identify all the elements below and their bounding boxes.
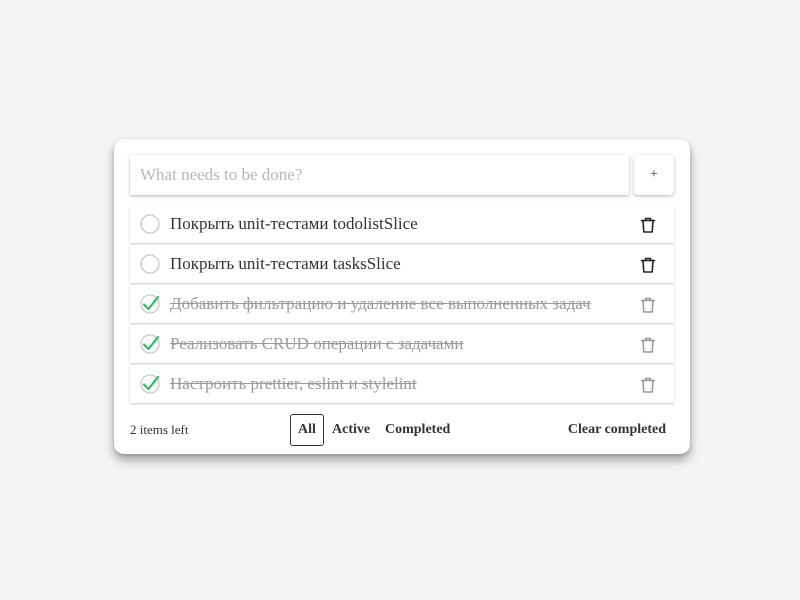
new-todo-input[interactable]: [130, 155, 629, 195]
trash-icon[interactable]: [638, 255, 658, 275]
todo-item: Покрыть unit-тестами todolistSlice: [130, 205, 674, 243]
todo-item-completed: Настроить prettier, eslint и stylelint: [130, 365, 674, 403]
checkmark-checkbox-icon[interactable]: [140, 374, 160, 394]
todo-text[interactable]: Настроить prettier, eslint и stylelint: [170, 365, 417, 403]
new-todo-row: +: [130, 155, 674, 195]
todo-app-card: + Покрыть unit-тестами todolistSlice Пок…: [114, 139, 690, 454]
trash-icon[interactable]: [638, 295, 658, 315]
filter-all-button[interactable]: All: [290, 414, 324, 446]
checkmark-checkbox-icon[interactable]: [140, 334, 160, 354]
circle-checkbox-icon[interactable]: [140, 214, 160, 234]
trash-icon[interactable]: [638, 335, 658, 355]
add-todo-button[interactable]: +: [634, 155, 674, 195]
trash-icon[interactable]: [638, 375, 658, 395]
todo-text[interactable]: Покрыть unit-тестами tasksSlice: [170, 245, 401, 283]
todo-text[interactable]: Реализовать CRUD операции с задачами: [170, 325, 463, 363]
checkmark-checkbox-icon[interactable]: [140, 294, 160, 314]
filter-active-button[interactable]: Active: [324, 414, 378, 446]
clear-completed-button[interactable]: Clear completed: [568, 414, 666, 446]
todo-list: Покрыть unit-тестами todolistSlice Покры…: [130, 205, 674, 405]
todo-item-completed: Добавить фильтрацию и удаление все выпол…: [130, 285, 674, 323]
todo-footer: 2 items left All Active Completed Clear …: [130, 414, 674, 446]
circle-checkbox-icon[interactable]: [140, 254, 160, 274]
todo-text[interactable]: Покрыть unit-тестами todolistSlice: [170, 205, 418, 243]
trash-icon[interactable]: [638, 215, 658, 235]
todo-text[interactable]: Добавить фильтрацию и удаление все выпол…: [170, 285, 591, 323]
todo-item: Покрыть unit-тестами tasksSlice: [130, 245, 674, 283]
todo-item-completed: Реализовать CRUD операции с задачами: [130, 325, 674, 363]
filter-completed-button[interactable]: Completed: [377, 414, 458, 446]
items-left-counter: 2 items left: [130, 422, 189, 437]
